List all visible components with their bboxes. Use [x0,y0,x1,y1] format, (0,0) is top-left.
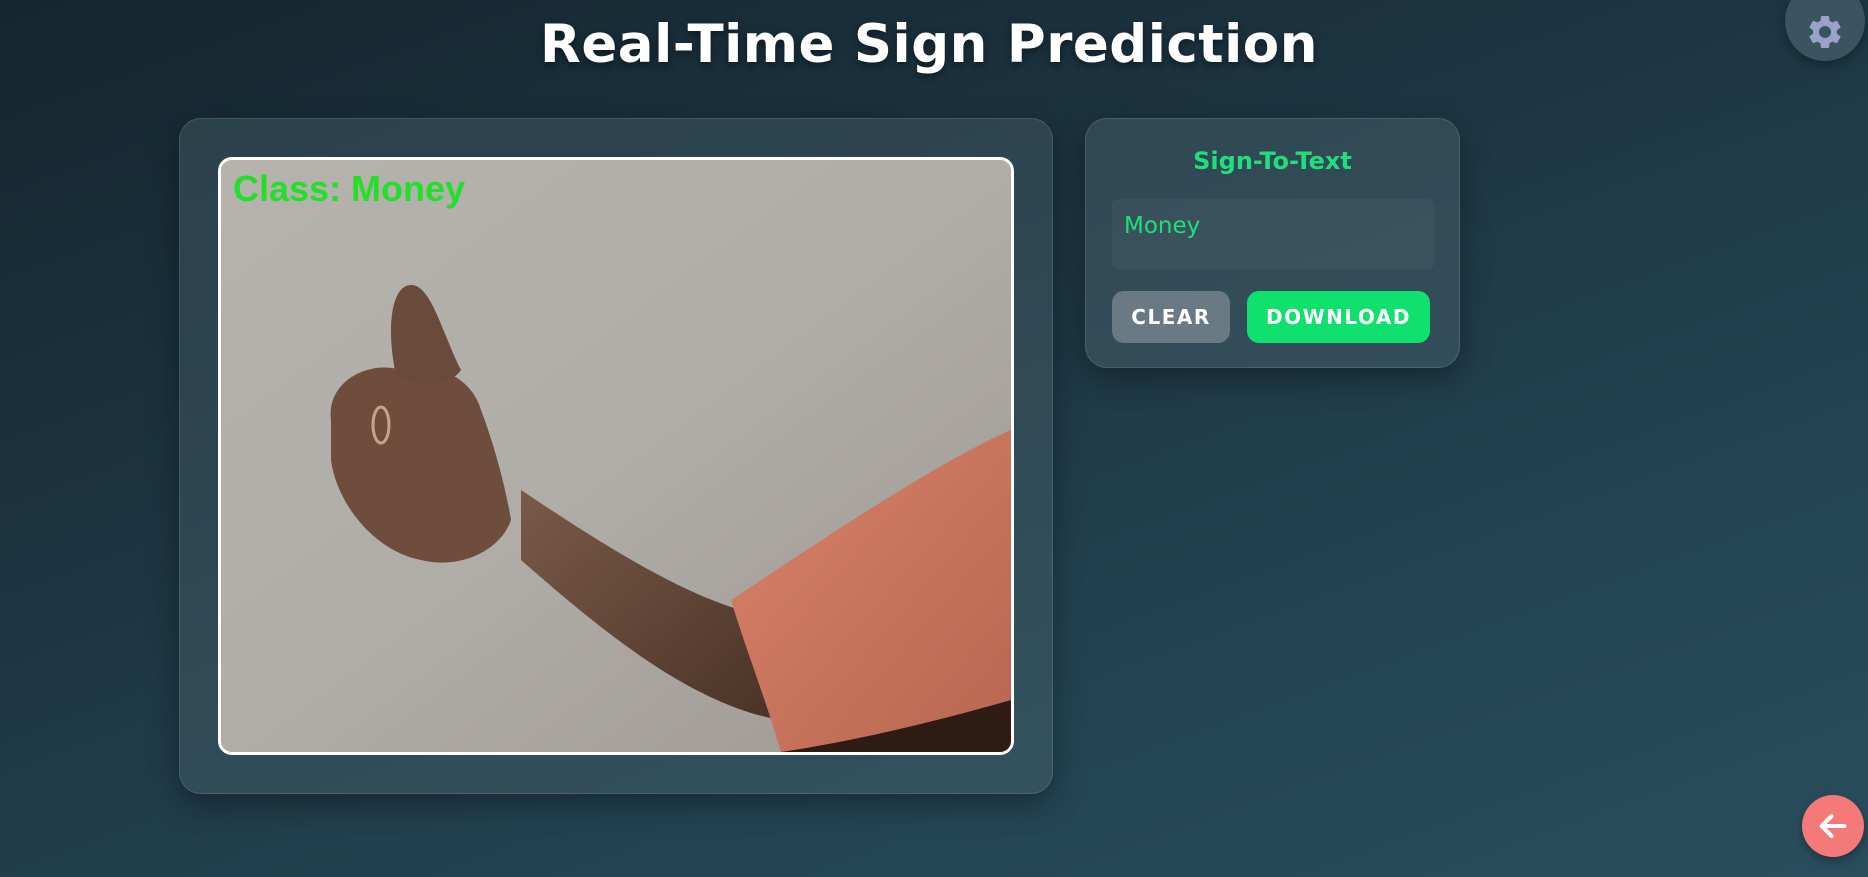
panel-title: Sign-To-Text [1193,147,1352,175]
download-button[interactable]: DOWNLOAD [1247,291,1430,343]
gear-icon [1809,15,1841,48]
page-title: Real-Time Sign Prediction [540,14,1318,75]
prediction-overlay: Class: Money [233,168,466,209]
webcam-image [221,160,1011,752]
sign-to-text-panel: Sign-To-Text Money CLEAR DOWNLOAD [1085,118,1460,368]
back-button[interactable] [1802,795,1864,857]
clear-button[interactable]: CLEAR [1112,291,1230,343]
webcam-feed: Class: Money [218,157,1014,755]
arrow-left-icon [1819,814,1847,838]
prediction-text-output[interactable]: Money [1112,199,1434,269]
video-card: Class: Money [179,118,1053,794]
